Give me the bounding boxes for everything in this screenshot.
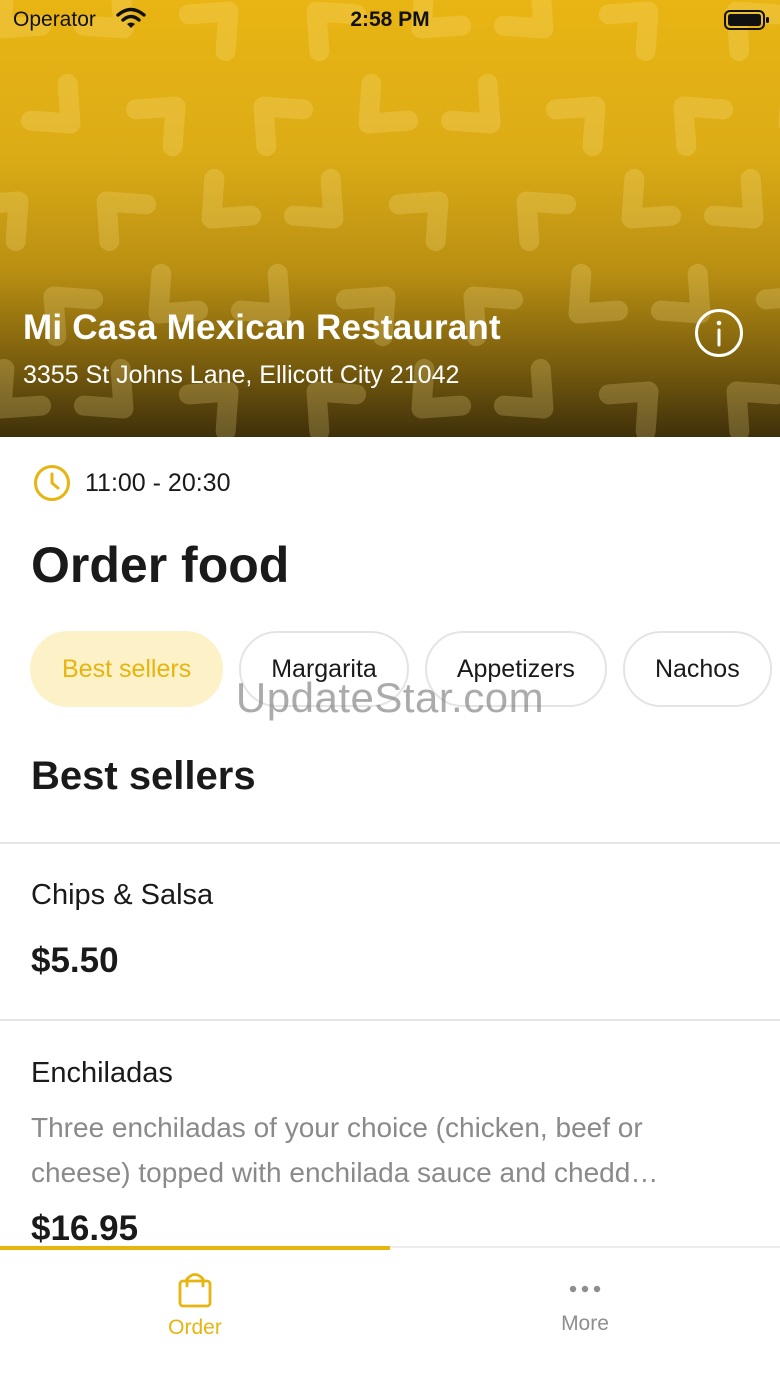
item-name: Enchiladas [31, 1057, 173, 1089]
pattern-chevron [125, 96, 186, 157]
pattern-chevron [440, 73, 501, 134]
status-bar: Operator 2:58 PM [0, 0, 780, 40]
pattern-chevron [545, 96, 606, 157]
pattern-chevron [568, 263, 629, 324]
watermark: UpdateStar.com [235, 674, 545, 721]
tab-order[interactable]: Order [0, 1248, 390, 1389]
tab-bar: Order More [0, 1246, 780, 1389]
tab-more-label: More [561, 1312, 609, 1335]
pattern-chevron [516, 191, 577, 252]
pattern-chevron [0, 191, 29, 252]
hours-text: 11:00 - 20:30 [85, 468, 231, 497]
item-name: Chips & Salsa [31, 879, 214, 911]
pattern-chevron [96, 191, 157, 252]
opening-hours: 11:00 - 20:30 [33, 463, 230, 503]
more-dots-icon [569, 1285, 601, 1293]
info-icon[interactable] [694, 308, 744, 358]
item-description: Three enchiladas of your choice (chicken… [31, 1112, 659, 1188]
restaurant-address: 3355 St Johns Lane, Ellicott City 21042 [23, 361, 460, 389]
pattern-chevron [673, 96, 734, 157]
pattern-chevron [201, 168, 262, 229]
item-price: $16.95 [31, 1209, 139, 1248]
pattern-chevron [778, 73, 780, 134]
section-title: Best sellers [31, 754, 256, 798]
pattern-chevron [20, 73, 81, 134]
pattern-chevron [703, 168, 764, 229]
item-price: $5.50 [31, 941, 119, 980]
tab-order-label: Order [168, 1316, 222, 1339]
pattern-chevron [621, 168, 682, 229]
restaurant-header: Operator 2:58 PM Mi Casa Mexican Restaur… [0, 0, 780, 437]
pattern-chevron [358, 73, 419, 134]
pattern-chevron [388, 191, 449, 252]
pattern-chevron [755, 286, 780, 347]
status-time: 2:58 PM [350, 8, 430, 31]
pattern-chevron [598, 381, 659, 437]
pattern-chevron [726, 381, 780, 437]
shopping-bag-icon [178, 1273, 212, 1308]
divider [0, 842, 780, 844]
battery-icon [724, 10, 769, 30]
pattern-chevron [253, 96, 314, 157]
clock-icon [34, 465, 70, 501]
restaurant-name: Mi Casa Mexican Restaurant [23, 308, 501, 347]
pattern-chevron [493, 358, 554, 419]
divider [0, 1019, 780, 1021]
tab-more[interactable]: More [390, 1248, 780, 1389]
page-title: Order food [31, 537, 290, 593]
pattern-chevron [283, 168, 344, 229]
